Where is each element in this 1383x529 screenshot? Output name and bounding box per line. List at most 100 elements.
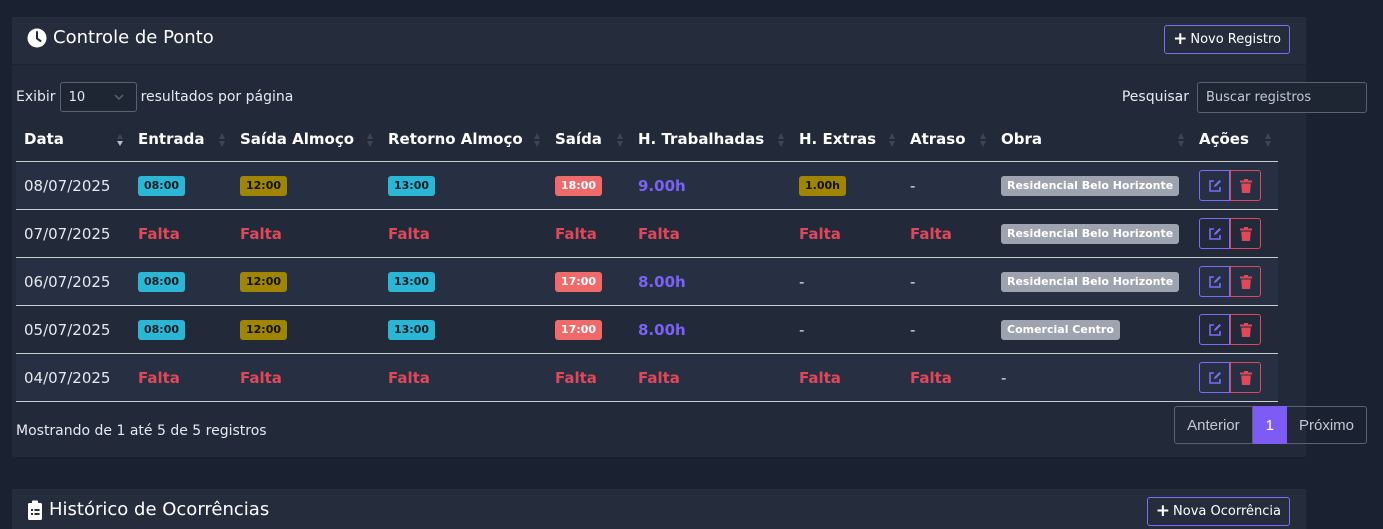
edit-button[interactable]: [1199, 362, 1230, 393]
falta-text: Falta: [388, 224, 430, 243]
sort-icon: [980, 133, 986, 147]
table-cell: 08:00: [130, 161, 232, 210]
extras-empty: -: [799, 320, 805, 339]
show-prefix: Exibir: [16, 89, 56, 105]
edit-button[interactable]: [1199, 266, 1230, 297]
edit-icon: [1208, 371, 1221, 384]
row-actions: [1199, 170, 1270, 201]
hours-worked: 8.00h: [638, 320, 686, 339]
table-controls: Exibir 10 resultados por página Pesquisa…: [16, 81, 1367, 113]
edit-icon: [1208, 227, 1221, 240]
table-cell: [1191, 161, 1278, 210]
table-cell: 8.00h: [630, 305, 791, 354]
column-header[interactable]: Ações: [1191, 117, 1278, 162]
delay-value: -: [910, 320, 916, 339]
table-cell: Falta: [902, 209, 993, 258]
page-title: Controle de Ponto: [53, 27, 214, 48]
table-cell: -: [791, 305, 902, 354]
page-size-select[interactable]: 10: [59, 82, 137, 112]
delay-value: -: [910, 272, 916, 291]
table-row: 06/07/2025 08:00 12:00 13:00 17:00 8.00h - - Res…: [16, 257, 1278, 306]
ocorrencias-card: Histórico de Ocorrências + Nova Ocorrênc…: [12, 489, 1306, 529]
table-row: 05/07/2025 08:00 12:00 13:00 17:00 8.00h - - Com…: [16, 305, 1278, 354]
search-input[interactable]: [1197, 81, 1367, 113]
time-badge: 12:00: [240, 176, 288, 196]
column-header[interactable]: Data: [16, 117, 130, 162]
table-cell: -: [902, 257, 993, 306]
pagination-next[interactable]: Próximo: [1286, 406, 1367, 444]
table-cell: -: [902, 161, 993, 210]
new-occurrence-button[interactable]: + Nova Ocorrência: [1146, 497, 1290, 526]
table-cell: Comercial Centro: [993, 305, 1191, 354]
table-cell: Residencial Belo Horizonte: [993, 257, 1191, 306]
column-header[interactable]: Entrada: [130, 117, 232, 162]
sort-icon: [367, 133, 373, 147]
column-header-label: Retorno Almoço: [388, 130, 523, 148]
delete-button[interactable]: [1230, 170, 1261, 201]
ocorrencias-title-wrap: Histórico de Ocorrências: [27, 499, 269, 520]
pagination-previous[interactable]: Anterior: [1174, 406, 1253, 444]
time-badge: 13:00: [388, 176, 436, 196]
column-header-label: Saída Almoço: [240, 130, 355, 148]
extra-hours-badge: 1.00h: [799, 176, 846, 196]
edit-button[interactable]: [1199, 218, 1230, 249]
falta-text: Falta: [240, 368, 282, 387]
column-header-label: Data: [24, 130, 64, 148]
table-header-row: Data Entrada Saída Almoço Retorno Almoço Saí…: [16, 117, 1278, 162]
column-header[interactable]: H. Trabalhadas: [630, 117, 791, 162]
table-cell: 9.00h: [630, 161, 791, 210]
time-badge: 08:00: [138, 176, 186, 196]
sort-icon: [534, 133, 540, 147]
table-cell: [1191, 305, 1278, 354]
ocorrencias-title: Histórico de Ocorrências: [49, 499, 270, 520]
page-size-control: Exibir 10 resultados por página: [16, 81, 293, 113]
pagination-page-1[interactable]: 1: [1252, 406, 1287, 444]
column-header[interactable]: Saída: [547, 117, 630, 162]
column-header[interactable]: Retorno Almoço: [380, 117, 547, 162]
table-cell: Falta: [791, 353, 902, 402]
table-cell: 12:00: [232, 257, 380, 306]
new-record-button[interactable]: + Novo Registro: [1164, 25, 1290, 54]
column-header[interactable]: Obra: [993, 117, 1191, 162]
table-body: 08/07/2025 08:00 12:00 13:00 18:00 9.00h 1.00h…: [16, 161, 1278, 402]
table-info: Mostrando de 1 até 5 de 5 registros: [16, 423, 267, 439]
edit-button[interactable]: [1199, 170, 1230, 201]
delete-button[interactable]: [1230, 362, 1261, 393]
hours-worked: 9.00h: [638, 176, 686, 195]
delete-button[interactable]: [1230, 266, 1261, 297]
table-cell: Falta: [130, 353, 232, 402]
falta-text: Falta: [638, 224, 680, 243]
table-cell: Residencial Belo Horizonte: [993, 209, 1191, 258]
column-header[interactable]: Atraso: [902, 117, 993, 162]
sort-icon: [889, 133, 895, 147]
edit-button[interactable]: [1199, 314, 1230, 345]
trash-icon: [1239, 274, 1252, 289]
table-cell: 13:00: [380, 257, 547, 306]
trash-icon: [1239, 226, 1252, 241]
delete-button[interactable]: [1230, 218, 1261, 249]
column-header[interactable]: H. Extras: [791, 117, 902, 162]
falta-text: Falta: [388, 368, 430, 387]
ponto-title-wrap: Controle de Ponto: [27, 27, 214, 48]
trash-icon: [1239, 322, 1252, 337]
falta-text: Falta: [799, 224, 841, 243]
delete-button[interactable]: [1230, 314, 1261, 345]
sort-icon: [1178, 133, 1184, 147]
extras-empty: -: [799, 272, 805, 291]
table-cell: Falta: [380, 353, 547, 402]
hours-worked: 8.00h: [638, 272, 686, 291]
table-cell: Residencial Belo Horizonte: [993, 161, 1191, 210]
falta-text: Falta: [638, 368, 680, 387]
table-cell: Falta: [630, 209, 791, 258]
falta-text: Falta: [910, 224, 952, 243]
table-cell: [1191, 353, 1278, 402]
falta-text: Falta: [240, 224, 282, 243]
table-cell: 12:00: [232, 161, 380, 210]
sort-icon: [778, 133, 784, 147]
table-cell: -: [902, 305, 993, 354]
obra-badge: Comercial Centro: [1001, 320, 1120, 340]
table-row: 07/07/2025 Falta Falta Falta Falta Falta Falta…: [16, 209, 1278, 258]
column-header[interactable]: Saída Almoço: [232, 117, 380, 162]
obra-badge: Residencial Belo Horizonte: [1001, 176, 1180, 196]
obra-badge: Residencial Belo Horizonte: [1001, 224, 1180, 244]
